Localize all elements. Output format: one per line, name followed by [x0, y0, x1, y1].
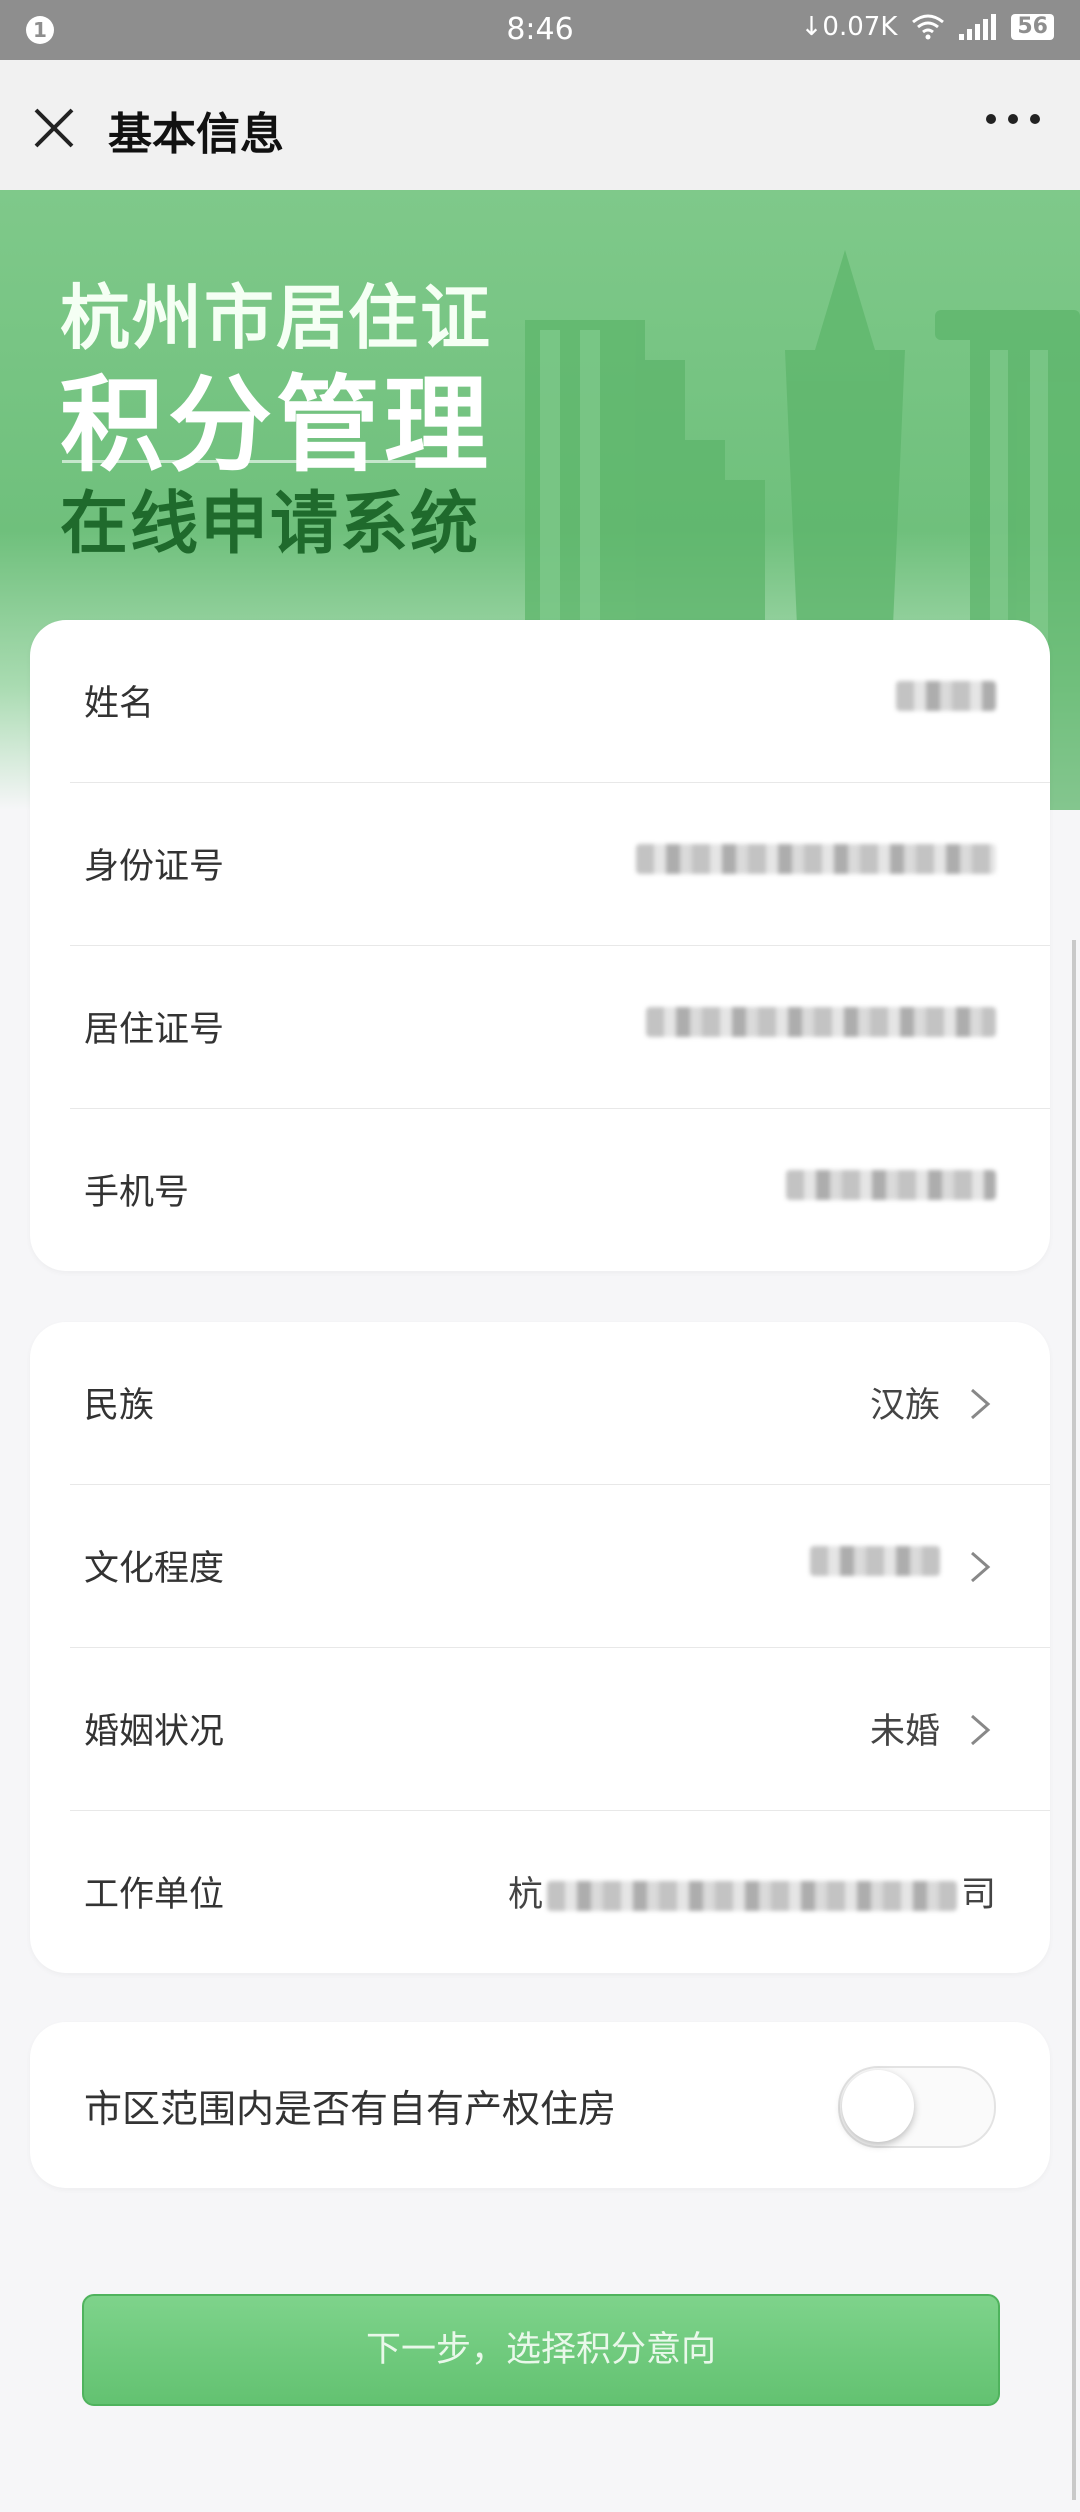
- marital-status-label: 婚姻状况: [84, 1712, 225, 1752]
- banner-title-sub: 在线申请系统: [60, 485, 481, 564]
- id-number-row: 身份证号: [70, 783, 1050, 946]
- name-label: 姓名: [84, 684, 155, 724]
- page-title: 基本信息: [108, 109, 284, 160]
- chevron-right-icon: [971, 1714, 991, 1746]
- residence-permit-row: 居住证号: [70, 946, 1050, 1109]
- id-number-label: 身份证号: [84, 847, 225, 887]
- employer-value: 杭司: [508, 1866, 996, 1917]
- education-row[interactable]: 文化程度: [70, 1485, 1050, 1648]
- personal-info-card: 姓名 身份证号 居住证号 手机号: [30, 620, 1050, 1271]
- chevron-right-icon: [971, 1388, 991, 1420]
- name-row: 姓名: [70, 620, 1050, 783]
- marital-status-value: 未婚: [869, 1712, 940, 1752]
- education-value: [810, 1540, 940, 1580]
- id-number-value: [636, 838, 996, 878]
- employer-row[interactable]: 工作单位 杭司: [70, 1811, 1050, 1973]
- chevron-right-icon: [971, 1551, 991, 1583]
- phone-row: 手机号: [70, 1109, 1050, 1271]
- more-options-icon[interactable]: [986, 114, 1040, 124]
- battery-icon: 56: [1011, 14, 1054, 40]
- network-speed: ↓0.07K: [800, 12, 898, 42]
- wifi-icon: [912, 14, 945, 40]
- housing-label: 市区范围内是否有自有产权住房: [84, 2087, 617, 2131]
- employer-value-prefix: 杭: [507, 1875, 543, 1915]
- residence-permit-value: [646, 1001, 996, 1041]
- phone-value: [786, 1164, 996, 1204]
- ethnicity-row[interactable]: 民族 汉族: [70, 1322, 1050, 1485]
- close-icon[interactable]: [26, 100, 82, 156]
- ethnicity-label: 民族: [84, 1386, 155, 1426]
- residence-permit-label: 居住证号: [84, 1010, 225, 1050]
- housing-toggle[interactable]: [838, 2066, 996, 2148]
- banner-divider: [62, 460, 462, 463]
- housing-card: 市区范围内是否有自有产权住房: [30, 2022, 1050, 2188]
- education-label: 文化程度: [84, 1549, 225, 1589]
- status-bar: 1 8:46 ↓0.07K 56: [0, 0, 1080, 60]
- next-step-button[interactable]: 下一步，选择积分意向: [82, 2294, 1000, 2406]
- marital-status-row[interactable]: 婚姻状况 未婚: [70, 1648, 1050, 1811]
- employer-value-suffix: 司: [960, 1875, 996, 1915]
- title-bar: 基本信息: [0, 60, 1080, 191]
- name-value: [896, 675, 996, 715]
- ethnicity-value: 汉族: [869, 1386, 940, 1426]
- status-indicators: ↓0.07K 56: [801, 12, 1054, 42]
- scrollbar[interactable]: [1072, 940, 1076, 2500]
- toggle-knob: [842, 2070, 914, 2142]
- employer-label: 工作单位: [84, 1875, 225, 1915]
- phone-label: 手机号: [84, 1173, 190, 1213]
- signal-icon: [959, 14, 997, 40]
- detail-info-card: 民族 汉族 文化程度 婚姻状况 未婚 工作单位 杭司: [30, 1322, 1050, 1973]
